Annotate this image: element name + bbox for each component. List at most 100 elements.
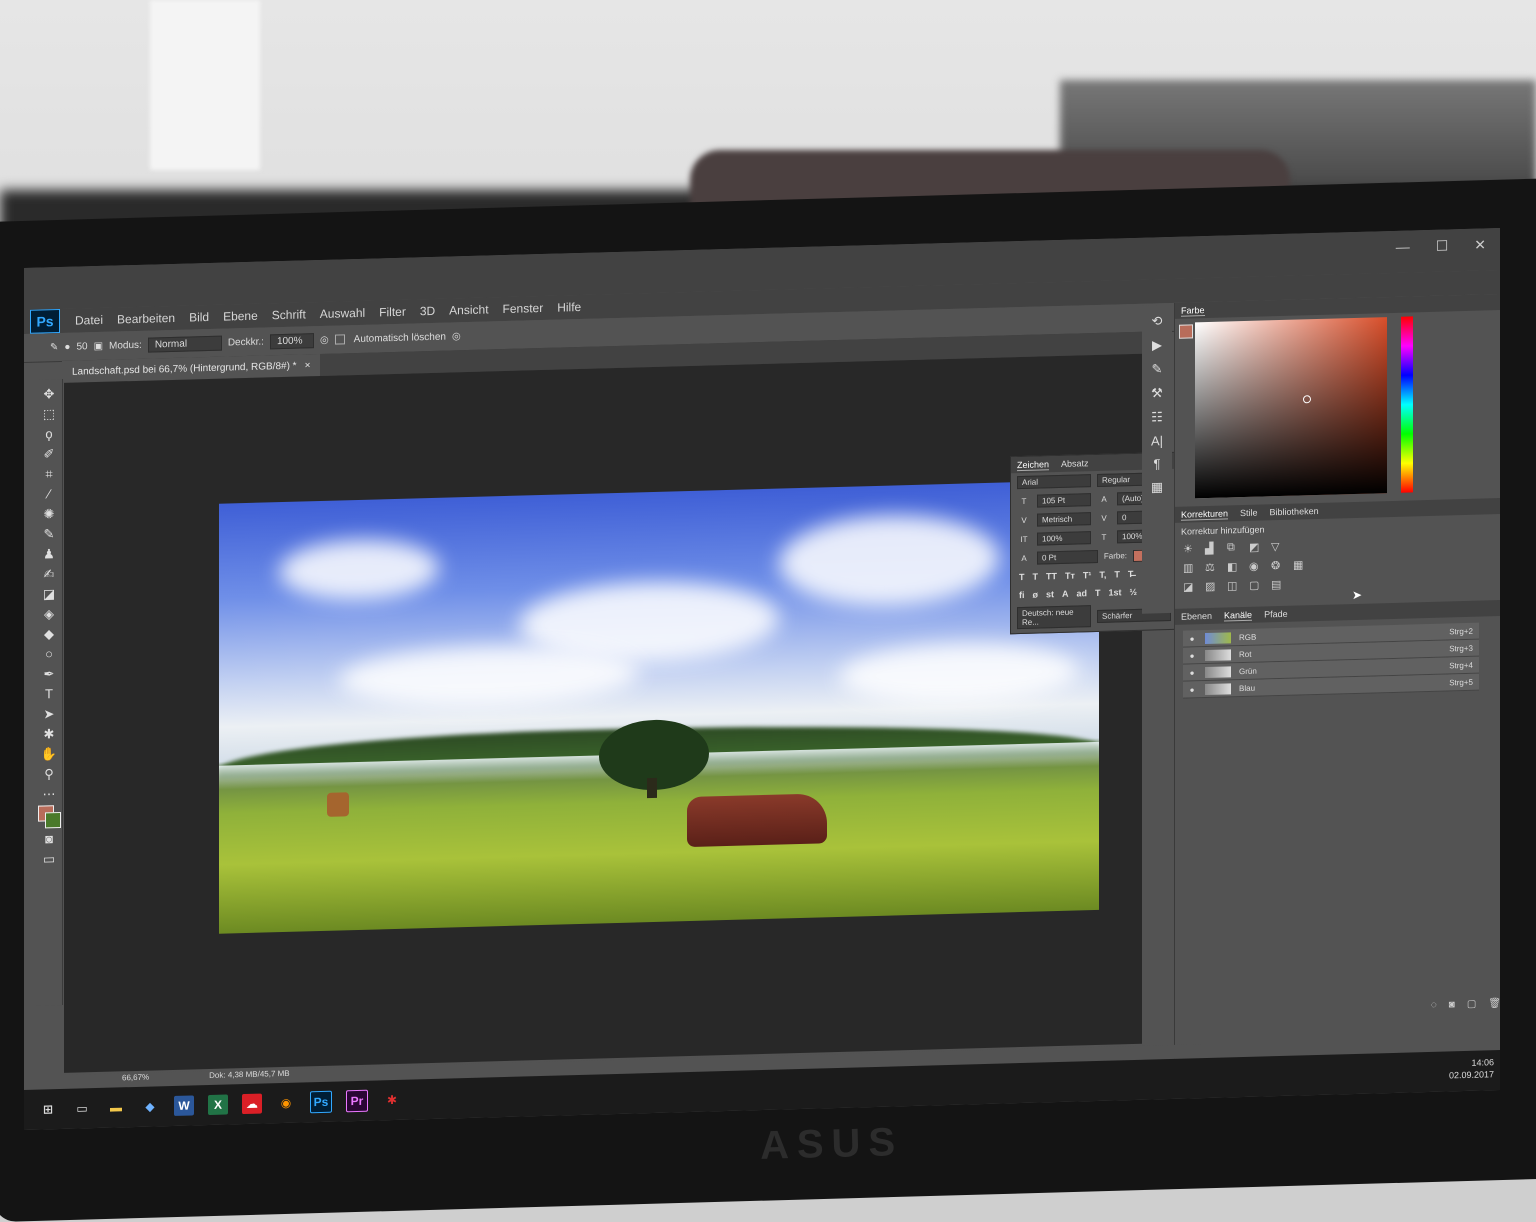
character-icon[interactable]: A| bbox=[1151, 433, 1163, 448]
brush-panel-icon[interactable]: ▣ bbox=[94, 340, 103, 351]
glyph-button[interactable]: ad bbox=[1077, 588, 1088, 598]
marquee-tool-icon[interactable]: ⬚ bbox=[39, 405, 59, 423]
brightness-icon[interactable]: ☀ bbox=[1183, 542, 1199, 555]
visibility-eye-icon[interactable]: ● bbox=[1187, 685, 1197, 694]
shape-tool-icon[interactable]: ✱ bbox=[39, 725, 59, 743]
tab-ebenen[interactable]: Ebenen bbox=[1181, 611, 1212, 622]
glyph-button[interactable]: T bbox=[1033, 572, 1039, 582]
eraser-tool-icon[interactable]: ◪ bbox=[39, 585, 59, 603]
black-white-icon[interactable]: ◧ bbox=[1227, 560, 1243, 573]
color-balance-icon[interactable]: ⚖ bbox=[1205, 561, 1221, 574]
glyph-button[interactable]: A bbox=[1062, 589, 1069, 599]
posterize-icon[interactable]: ▨ bbox=[1205, 580, 1221, 593]
new-channel-icon[interactable]: ▢ bbox=[1467, 999, 1476, 1015]
minimize-icon[interactable]: — bbox=[1396, 239, 1410, 256]
font-size-input[interactable]: 105 Pt bbox=[1037, 493, 1091, 508]
glyph-button[interactable]: ø bbox=[1033, 590, 1039, 600]
load-selection-icon[interactable]: ◌ bbox=[1431, 1000, 1437, 1016]
visibility-eye-icon[interactable]: ● bbox=[1187, 634, 1197, 643]
exposure-icon[interactable]: ◩ bbox=[1249, 540, 1265, 554]
creative-cloud-icon[interactable]: ☁ bbox=[242, 1093, 262, 1115]
quick-select-tool-icon[interactable]: ✐ bbox=[39, 445, 59, 463]
mode-select[interactable]: Normal bbox=[147, 335, 222, 353]
crop-tool-icon[interactable]: ⌗ bbox=[39, 465, 59, 483]
brush-preset-icon[interactable]: ● bbox=[64, 341, 70, 352]
hue-slider[interactable] bbox=[1401, 316, 1413, 493]
glyph-button[interactable]: st bbox=[1046, 589, 1054, 599]
windows-start-icon[interactable]: ⊞ bbox=[38, 1099, 58, 1120]
file-explorer-icon[interactable]: ▬ bbox=[106, 1097, 126, 1118]
move-tool-icon[interactable]: ✥ bbox=[39, 385, 59, 403]
glyph-button[interactable]: T bbox=[1114, 569, 1120, 579]
color-picker-field[interactable] bbox=[1195, 317, 1387, 499]
photoshop-taskbar-icon[interactable]: Ps bbox=[310, 1090, 332, 1114]
menu-bild[interactable]: Bild bbox=[182, 310, 216, 325]
history-brush-tool-icon[interactable]: ✍ bbox=[39, 565, 59, 583]
close-tab-icon[interactable]: × bbox=[305, 360, 311, 371]
glyph-button[interactable]: Tт bbox=[1065, 571, 1075, 581]
store-icon[interactable]: ◆ bbox=[140, 1096, 160, 1117]
color-panel-fg-swatch[interactable] bbox=[1179, 324, 1193, 339]
blur-tool-icon[interactable]: ◆ bbox=[39, 625, 59, 643]
paint-bucket-tool-icon[interactable]: ◈ bbox=[39, 605, 59, 623]
visibility-eye-icon[interactable]: ● bbox=[1187, 668, 1197, 677]
save-selection-icon[interactable]: ◙ bbox=[1449, 999, 1455, 1015]
glyph-button[interactable]: T, bbox=[1099, 570, 1106, 580]
delete-channel-icon[interactable]: 🗑 bbox=[1488, 998, 1500, 1014]
menu-ebene[interactable]: Ebene bbox=[216, 308, 265, 324]
tab-farbe[interactable]: Farbe bbox=[1181, 304, 1205, 317]
glyph-button[interactable]: T¹ bbox=[1083, 570, 1092, 580]
invert-icon[interactable]: ◪ bbox=[1183, 580, 1199, 593]
zoom-level[interactable]: 66,67% bbox=[122, 1073, 149, 1088]
tab-zeichen[interactable]: Zeichen bbox=[1017, 458, 1050, 471]
firefox-icon[interactable]: ◉ bbox=[276, 1093, 296, 1114]
photo-filter-icon[interactable]: ◉ bbox=[1249, 559, 1265, 573]
document-image[interactable] bbox=[219, 479, 1099, 934]
red-app-icon[interactable]: ✱ bbox=[382, 1090, 402, 1111]
glyph-button[interactable]: fi bbox=[1019, 590, 1025, 600]
menu-datei[interactable]: Datei bbox=[68, 313, 110, 328]
pressure-size-icon[interactable]: ◎ bbox=[452, 331, 461, 342]
tab-kanaele[interactable]: Kanäle bbox=[1224, 609, 1253, 622]
glyph-button[interactable]: T bbox=[1019, 572, 1025, 582]
tool-presets-icon[interactable]: ⚒ bbox=[1151, 385, 1163, 401]
tab-pfade[interactable]: Pfade bbox=[1264, 609, 1288, 620]
hand-tool-icon[interactable]: ✋ bbox=[39, 745, 59, 763]
glyph-button[interactable]: 1st bbox=[1109, 587, 1122, 597]
kerning-input[interactable]: Metrisch bbox=[1037, 512, 1091, 527]
more-tools-icon[interactable]: ⋯ bbox=[39, 785, 59, 803]
path-select-tool-icon[interactable]: ➤ bbox=[39, 705, 59, 723]
font-family-select[interactable]: Arial bbox=[1017, 474, 1091, 490]
hue-saturation-icon[interactable]: ▥ bbox=[1183, 561, 1199, 574]
actions-play-icon[interactable]: ▶ bbox=[1152, 337, 1162, 353]
color-picker-marker[interactable] bbox=[1303, 395, 1311, 404]
canvas-area[interactable] bbox=[64, 353, 1142, 1073]
history-icon[interactable]: ⟲ bbox=[1152, 313, 1163, 329]
eyedropper-tool-icon[interactable]: ⁄ bbox=[39, 485, 59, 503]
system-tray[interactable]: 14:06 02.09.2017 bbox=[1449, 1056, 1494, 1081]
close-icon[interactable]: ✕ bbox=[1474, 236, 1486, 253]
opacity-input[interactable]: 100% bbox=[269, 332, 314, 349]
vertical-scale-input[interactable]: 100% bbox=[1037, 531, 1091, 546]
healing-tool-icon[interactable]: ✺ bbox=[39, 505, 59, 523]
brush-settings-icon[interactable]: ✎ bbox=[1152, 361, 1163, 377]
tab-absatz[interactable]: Absatz bbox=[1061, 458, 1089, 469]
curves-icon[interactable]: ⧉ bbox=[1227, 541, 1243, 554]
paragraph-icon[interactable]: ¶ bbox=[1154, 456, 1161, 471]
auto-erase-checkbox[interactable] bbox=[334, 334, 345, 345]
color-lookup-icon[interactable]: ▦ bbox=[1293, 558, 1309, 571]
menu-auswahl[interactable]: Auswahl bbox=[313, 306, 372, 322]
glyph-button[interactable]: TT bbox=[1046, 571, 1057, 581]
tab-korrekturen[interactable]: Korrekturen bbox=[1181, 507, 1229, 521]
color-swatches[interactable] bbox=[38, 805, 61, 829]
pressure-opacity-icon[interactable]: ◎ bbox=[320, 334, 329, 345]
properties-icon[interactable]: ☷ bbox=[1151, 409, 1163, 425]
glyph-button[interactable]: T bbox=[1095, 588, 1101, 598]
levels-icon[interactable]: ▟ bbox=[1205, 542, 1221, 555]
menu-filter[interactable]: Filter bbox=[372, 304, 413, 320]
dodge-tool-icon[interactable]: ○ bbox=[39, 645, 59, 663]
menu-schrift[interactable]: Schrift bbox=[265, 307, 313, 322]
stamp-tool-icon[interactable]: ♟ bbox=[39, 545, 59, 563]
threshold-icon[interactable]: ◫ bbox=[1227, 579, 1243, 592]
menu-ansicht[interactable]: Ansicht bbox=[442, 302, 495, 317]
